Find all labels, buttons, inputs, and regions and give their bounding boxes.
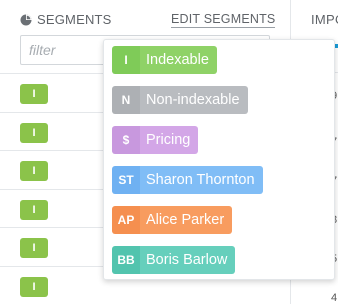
indexable-badge: I [20, 276, 48, 297]
indexable-badge: I [20, 122, 48, 143]
segment-option-sharon-thornton[interactable]: ST Sharon Thornton [112, 166, 263, 194]
pie-chart-icon [20, 14, 32, 26]
segment-option-alice-parker[interactable]: AP Alice Parker [112, 206, 233, 234]
indexable-badge: I [20, 161, 48, 181]
segments-view: SEGMENTS EDIT SEGMENTS I I I I I I [0, 0, 338, 304]
segment-option-non-indexable[interactable]: N Non-indexable [112, 86, 248, 114]
indexable-badge: I [20, 84, 48, 104]
cell-value: 4 [331, 292, 338, 304]
segment-option-pricing[interactable]: $ Pricing [112, 126, 199, 154]
segment-label: Sharon Thornton [140, 166, 263, 194]
segment-code: ST [112, 166, 140, 194]
segment-code: BB [112, 246, 140, 274]
segment-label: Alice Parker [140, 206, 233, 234]
segments-title: SEGMENTS [37, 12, 112, 27]
segment-label: Boris Barlow [140, 246, 236, 274]
segment-option-boris-barlow[interactable]: BB Boris Barlow [112, 246, 236, 274]
segment-dropdown: I Indexable N Non-indexable $ Pricing ST… [103, 39, 335, 280]
edit-segments-link[interactable]: EDIT SEGMENTS [171, 12, 276, 28]
segment-code: AP [112, 206, 140, 234]
indexable-badge: I [20, 199, 48, 220]
segment-code: N [112, 86, 140, 114]
segment-code: I [112, 46, 140, 74]
indexable-badge: I [20, 238, 48, 258]
importance-column-header[interactable]: IMPO [311, 12, 338, 27]
segment-code: $ [112, 126, 140, 154]
segment-label: Non-indexable [140, 86, 248, 114]
segment-label: Indexable [140, 46, 217, 74]
segment-label: Pricing [140, 126, 199, 154]
segment-option-indexable[interactable]: I Indexable [112, 46, 217, 74]
